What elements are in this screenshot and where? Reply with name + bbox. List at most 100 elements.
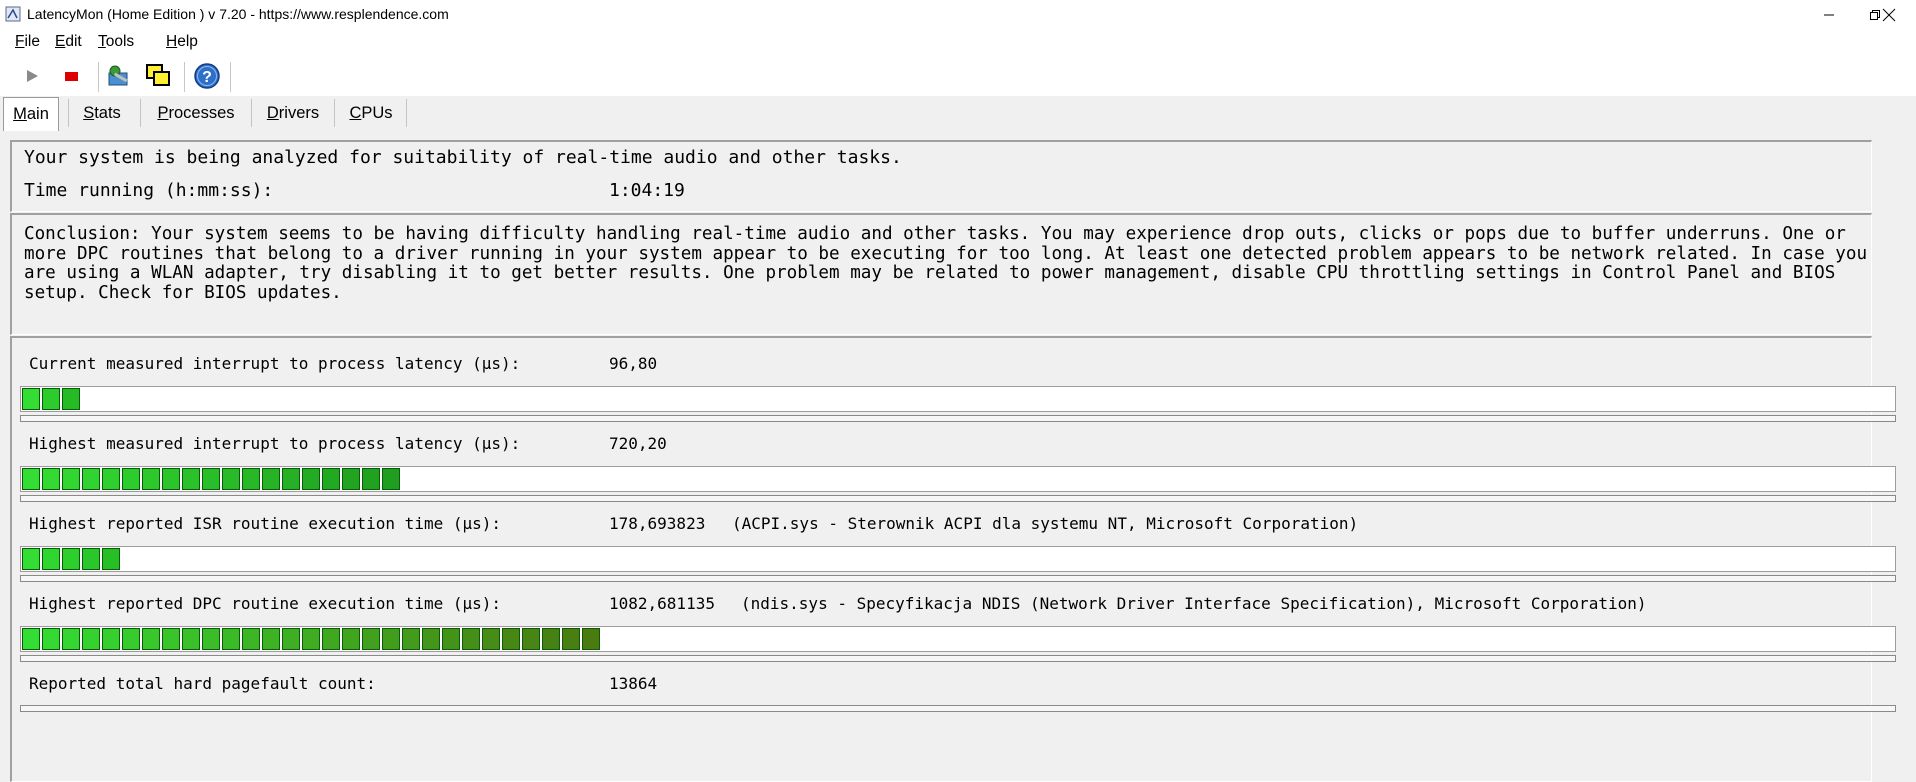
bar-segment bbox=[242, 468, 260, 490]
conclusion-text: Conclusion: Your system seems to be havi… bbox=[24, 224, 1868, 303]
stop-icon bbox=[65, 72, 78, 81]
bar-segment bbox=[22, 628, 40, 650]
toolbar-separator bbox=[98, 62, 99, 92]
play-icon bbox=[27, 70, 38, 82]
windows-button[interactable] bbox=[144, 62, 172, 90]
bar-segment bbox=[42, 628, 60, 650]
bar-segment bbox=[22, 548, 40, 570]
bar-segment bbox=[162, 628, 180, 650]
bar-segment bbox=[482, 628, 500, 650]
metric-value: 720,20 bbox=[609, 434, 667, 453]
bar-segment bbox=[42, 468, 60, 490]
metric-value: 178,693823 bbox=[609, 514, 706, 533]
svg-text:?: ? bbox=[202, 69, 212, 86]
bar-segment bbox=[202, 468, 220, 490]
bar-segment bbox=[182, 468, 200, 490]
bar-segment bbox=[62, 548, 80, 570]
process-button[interactable] bbox=[104, 62, 132, 90]
bar-segment bbox=[62, 628, 80, 650]
menu-tools[interactable]: Tools bbox=[98, 33, 134, 51]
tab-drivers[interactable]: Drivers bbox=[255, 97, 331, 129]
metric-value: 96,80 bbox=[609, 354, 658, 373]
metric-value: 1082,681135 bbox=[609, 594, 715, 613]
bar-segment bbox=[382, 468, 400, 490]
bar-segment bbox=[262, 628, 280, 650]
minimize-button[interactable] bbox=[1806, 0, 1852, 30]
bar-segment bbox=[402, 628, 420, 650]
tab-cpus[interactable]: C PUs bbox=[338, 97, 404, 129]
tab-processes[interactable]: Processes bbox=[144, 97, 248, 129]
menu-bar bbox=[0, 30, 1916, 58]
bar-segment bbox=[362, 468, 380, 490]
bar-baseline bbox=[20, 575, 1896, 582]
metric-label: Reported total hard pagefault count: bbox=[29, 674, 376, 693]
latency-bar bbox=[20, 386, 1896, 412]
bar-segment bbox=[162, 468, 180, 490]
bar-segment bbox=[102, 468, 120, 490]
bar-segment bbox=[82, 628, 100, 650]
time-running-value: 1:04:19 bbox=[609, 180, 685, 201]
start-button[interactable] bbox=[18, 62, 46, 90]
bar-segment bbox=[222, 628, 240, 650]
bar-segment bbox=[122, 628, 140, 650]
bar-segment bbox=[62, 468, 80, 490]
tab-separator bbox=[68, 99, 69, 127]
bar-baseline bbox=[20, 655, 1896, 662]
window-title: LatencyMon (Home Edition ) v 7.20 - http… bbox=[27, 6, 449, 22]
bar-segment bbox=[322, 468, 340, 490]
metric-label: Highest measured interrupt to process la… bbox=[29, 434, 521, 453]
bar-segment bbox=[382, 628, 400, 650]
metric-driver-detail: (ACPI.sys - Sterownik ACPI dla systemu N… bbox=[732, 514, 1359, 533]
bar-segment bbox=[42, 548, 60, 570]
bar-segment bbox=[322, 628, 340, 650]
bar-segment bbox=[102, 628, 120, 650]
menu-edit[interactable]: Edit bbox=[55, 33, 82, 51]
status-message: Your system is being analyzed for suitab… bbox=[24, 147, 902, 168]
bar-segment bbox=[362, 628, 380, 650]
bar-segment bbox=[502, 628, 520, 650]
bar-segment bbox=[22, 468, 40, 490]
bar-segment bbox=[142, 468, 160, 490]
bar-segment bbox=[422, 628, 440, 650]
metric-label: Current measured interrupt to process la… bbox=[29, 354, 521, 373]
latency-bar bbox=[20, 546, 1896, 572]
tab-stats[interactable]: Stats bbox=[70, 97, 134, 129]
bar-segment bbox=[342, 468, 360, 490]
bar-segment bbox=[182, 628, 200, 650]
bar-segment bbox=[42, 388, 60, 410]
bar-segment bbox=[302, 468, 320, 490]
bar-segment bbox=[82, 468, 100, 490]
title-bar: LatencyMon (Home Edition ) v 7.20 - http… bbox=[0, 0, 1916, 30]
bar-segment bbox=[442, 628, 460, 650]
metric-value: 13864 bbox=[609, 674, 658, 693]
bar-segment bbox=[542, 628, 560, 650]
toolbar-separator bbox=[184, 62, 185, 92]
bar-segment bbox=[242, 628, 260, 650]
menu-file[interactable]: File bbox=[15, 33, 40, 51]
bar-segment bbox=[142, 628, 160, 650]
stop-button[interactable] bbox=[57, 62, 85, 90]
help-button[interactable]: ? bbox=[193, 62, 221, 90]
windows-icon bbox=[146, 64, 170, 86]
metric-label: Highest reported ISR routine execution t… bbox=[29, 514, 502, 533]
bar-segment bbox=[62, 388, 80, 410]
help-icon: ? bbox=[194, 63, 220, 89]
close-button[interactable] bbox=[1866, 0, 1912, 30]
close-icon bbox=[1882, 8, 1896, 22]
tab-main[interactable]: Main bbox=[3, 97, 59, 131]
metric-label: Highest reported DPC routine execution t… bbox=[29, 594, 502, 613]
tab-separator bbox=[140, 99, 141, 127]
bar-segment bbox=[302, 628, 320, 650]
latency-bar bbox=[20, 466, 1896, 492]
bar-segment bbox=[462, 628, 480, 650]
app-icon bbox=[5, 6, 21, 22]
toolbar bbox=[0, 57, 1916, 97]
menu-help[interactable]: Help bbox=[166, 33, 198, 51]
bar-segment bbox=[82, 548, 100, 570]
latency-bar bbox=[20, 626, 1896, 652]
tab-separator bbox=[334, 99, 335, 127]
process-icon bbox=[108, 65, 128, 86]
bar-segment bbox=[282, 628, 300, 650]
bar-segment bbox=[562, 628, 580, 650]
bar-segment bbox=[222, 468, 240, 490]
